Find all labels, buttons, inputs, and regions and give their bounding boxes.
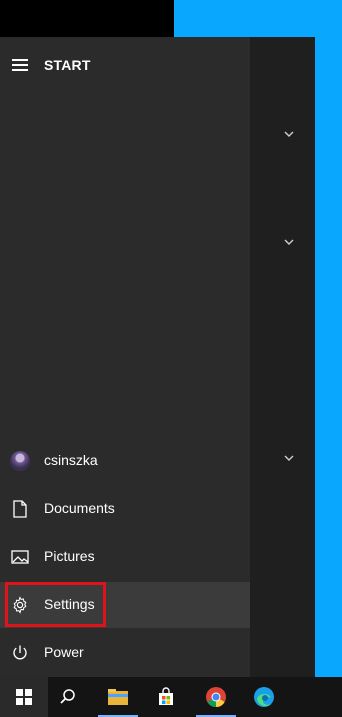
pictures-item[interactable]: Pictures [0,534,250,580]
start-menu-header: START [0,37,250,93]
documents-label: Documents [44,500,115,516]
chevron-down-icon[interactable] [283,451,295,463]
avatar [10,451,30,471]
power-label: Power [44,644,84,660]
windows-start-icon[interactable] [0,677,48,717]
power-item[interactable]: Power [0,630,250,676]
power-icon [10,643,30,663]
chrome-icon[interactable] [192,677,240,717]
tiles-pane [250,37,315,677]
documents-item[interactable]: Documents [0,486,250,532]
edge-icon[interactable] [240,677,288,717]
desktop-background-top [0,0,174,37]
hamburger-menu-icon[interactable] [12,59,28,71]
user-account-label: csinszka [44,452,98,468]
file-explorer-icon[interactable] [94,677,142,717]
document-icon [10,499,30,519]
start-menu-left-pane: START csinszka Documents Pictures Settin… [0,37,250,677]
chevron-down-icon[interactable] [283,127,295,139]
search-icon[interactable] [44,677,92,717]
chevron-down-icon[interactable] [283,235,295,247]
pictures-label: Pictures [44,548,95,564]
microsoft-store-icon[interactable] [142,677,190,717]
pictures-icon [10,547,30,567]
start-menu: START csinszka Documents Pictures Settin… [0,37,315,677]
start-title: START [44,57,91,73]
taskbar [0,677,342,717]
user-account-item[interactable]: csinszka [0,438,250,484]
highlight-annotation [5,582,106,627]
